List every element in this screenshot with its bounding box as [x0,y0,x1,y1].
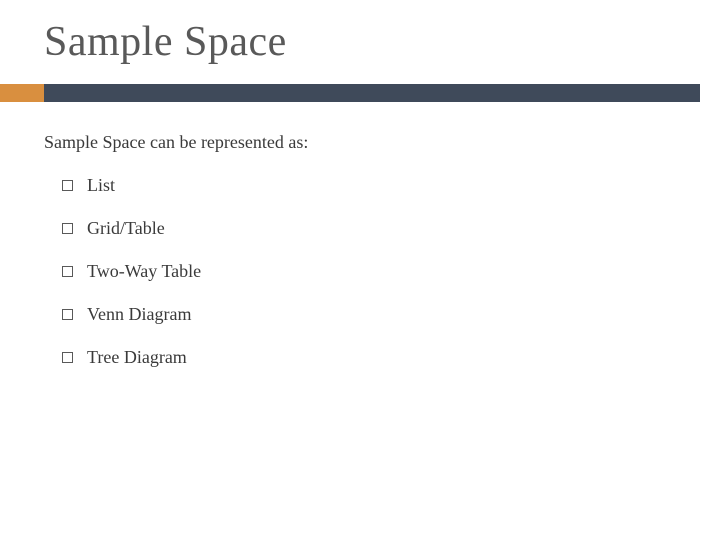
content-area: Sample Space can be represented as: List… [0,102,720,368]
square-bullet-icon [62,266,73,277]
title-divider [0,84,720,102]
square-bullet-icon [62,180,73,191]
list-item-label: List [87,175,115,196]
divider-line [44,84,700,102]
list-item: Venn Diagram [62,304,676,325]
list-item: Tree Diagram [62,347,676,368]
square-bullet-icon [62,352,73,363]
list-item-label: Two-Way Table [87,261,201,282]
list-item-label: Venn Diagram [87,304,191,325]
list-item: List [62,175,676,196]
list-item-label: Grid/Table [87,218,165,239]
list-item: Two-Way Table [62,261,676,282]
square-bullet-icon [62,309,73,320]
list-item: Grid/Table [62,218,676,239]
bullet-list: List Grid/Table Two-Way Table Venn Diagr… [44,175,676,368]
slide-title: Sample Space [0,0,720,66]
list-item-label: Tree Diagram [87,347,187,368]
square-bullet-icon [62,223,73,234]
divider-accent [0,84,44,102]
intro-text: Sample Space can be represented as: [44,132,676,153]
